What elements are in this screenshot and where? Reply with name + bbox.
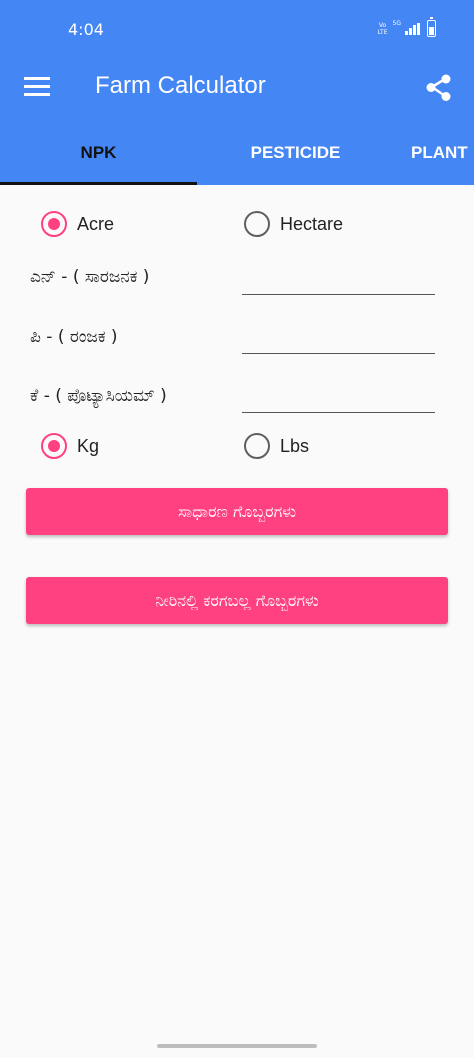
battery-icon bbox=[427, 17, 436, 37]
radio-kg-label: Kg bbox=[77, 435, 100, 456]
normal-fertilizers-button[interactable]: ಸಾಧಾರಣ ಗೊಬ್ಬರಗಳು bbox=[26, 488, 448, 535]
radio-hectare-label: Hectare bbox=[280, 213, 344, 234]
radio-acre-circle[interactable] bbox=[41, 211, 67, 237]
radio-lbs[interactable]: Lbs bbox=[244, 433, 309, 459]
phosphorus-input[interactable] bbox=[242, 320, 435, 354]
radio-acre-label: Acre bbox=[77, 213, 115, 234]
water-soluble-fertilizers-button[interactable]: ನೀರಿನಲ್ಲಿ ಕರಗಬಲ್ಲ ಗೊಬ್ಬರಗಳು bbox=[26, 577, 448, 624]
toolbar: Farm Calculator bbox=[0, 60, 474, 120]
nitrogen-input[interactable] bbox=[242, 261, 435, 295]
share-icon[interactable] bbox=[424, 73, 454, 103]
potassium-input[interactable] bbox=[242, 379, 435, 413]
home-indicator[interactable] bbox=[157, 1044, 317, 1048]
tab-npk[interactable]: NPK bbox=[0, 120, 197, 185]
potassium-label: ಕೆ - ( ಪೊಟ್ಯಾಸಿಯಮ್ ) bbox=[30, 386, 167, 406]
selected-tab-indicator bbox=[0, 182, 197, 185]
status-icons: Vo LTE 5G bbox=[377, 17, 436, 37]
status-time: 4:04 bbox=[68, 20, 104, 39]
network-type: 5G bbox=[392, 19, 401, 27]
phosphorus-label: ಪಿ - ( ರಂಜಕ ) bbox=[30, 327, 118, 347]
radio-hectare[interactable]: Hectare bbox=[244, 211, 343, 237]
tab-pesticide[interactable]: PESTICIDE bbox=[197, 120, 394, 185]
volte-indicator: Vo LTE bbox=[377, 21, 388, 36]
status-bar: 4:04 Vo LTE 5G bbox=[0, 0, 474, 60]
radio-lbs-label: Lbs bbox=[280, 435, 310, 456]
nitrogen-label: ಎನ್ - ( ಸಾರಜನಕ ) bbox=[30, 267, 150, 287]
radio-kg[interactable]: Kg bbox=[41, 433, 99, 459]
app-bar: 4:04 Vo LTE 5G Farm Calculator NPK PESTI… bbox=[0, 0, 474, 185]
tab-bar: NPK PESTICIDE PLANT bbox=[0, 120, 474, 185]
app-title: Farm Calculator bbox=[95, 72, 266, 99]
radio-acre[interactable]: Acre bbox=[41, 211, 114, 237]
radio-hectare-circle[interactable] bbox=[244, 211, 270, 237]
hamburger-menu-icon[interactable] bbox=[24, 77, 50, 97]
radio-lbs-circle[interactable] bbox=[244, 433, 270, 459]
radio-kg-circle[interactable] bbox=[41, 433, 67, 459]
tab-plant[interactable]: PLANT bbox=[394, 120, 474, 185]
signal-strength-icon bbox=[405, 22, 420, 35]
